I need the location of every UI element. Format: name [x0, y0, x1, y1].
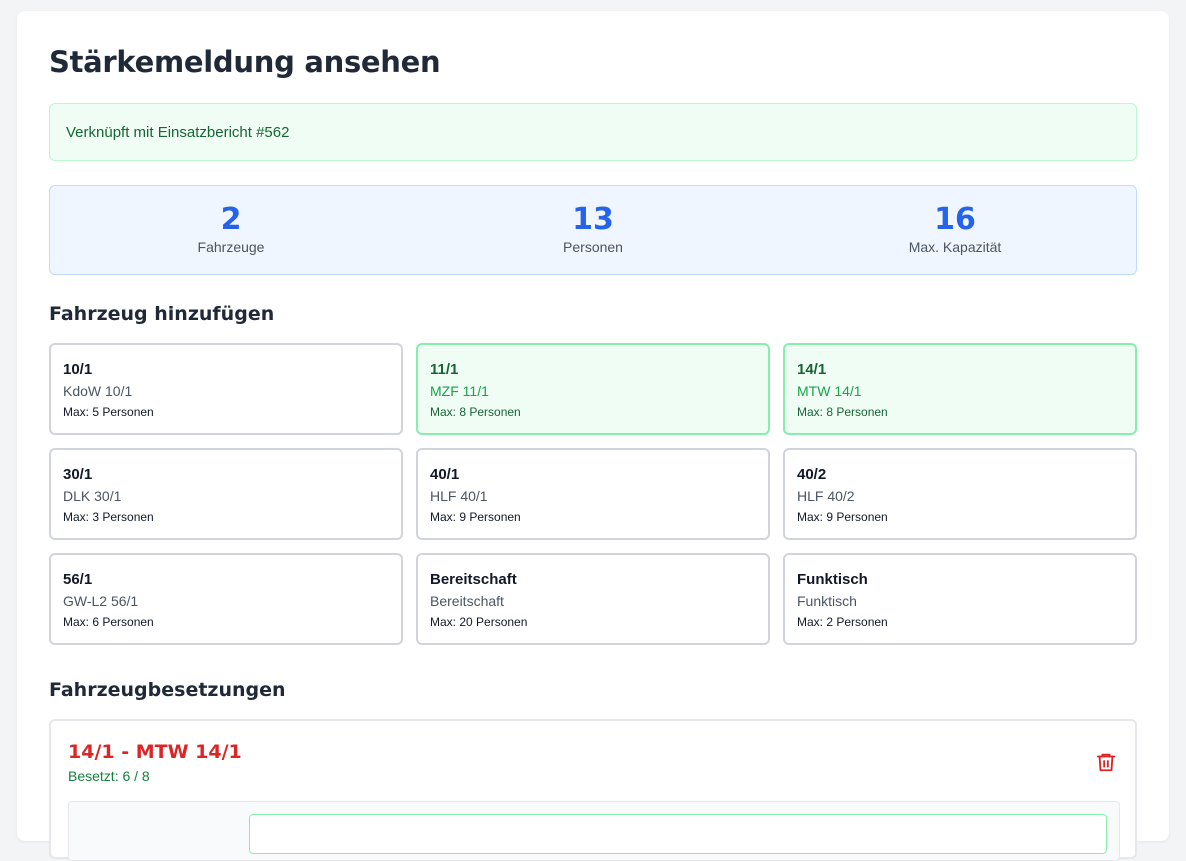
- vehicle-max: Max: 9 Personen: [797, 510, 888, 524]
- vehicle-max: Max: 9 Personen: [430, 510, 521, 524]
- vehicle-code: Funktisch: [797, 571, 868, 588]
- vehicle-name: Funktisch: [797, 593, 857, 609]
- vehicle-card[interactable]: 30/1 DLK 30/1 Max: 3 Personen: [49, 448, 403, 540]
- vehicle-name: HLF 40/1: [430, 488, 488, 504]
- stat-value: 16: [934, 202, 976, 237]
- vehicle-max: Max: 3 Personen: [63, 510, 154, 524]
- vehicle-max: Max: 8 Personen: [430, 405, 521, 419]
- vehicle-card[interactable]: 40/1 HLF 40/1 Max: 9 Personen: [416, 448, 770, 540]
- vehicle-max: Max: 2 Personen: [797, 615, 888, 629]
- vehicle-code: 10/1: [63, 361, 93, 378]
- vehicle-code: 11/1: [430, 361, 459, 378]
- vehicle-code: 14/1: [797, 361, 827, 378]
- vehicle-card[interactable]: 40/2 HLF 40/2 Max: 9 Personen: [783, 448, 1137, 540]
- assignment-title: 14/1 - MTW 14/1: [68, 741, 242, 763]
- linked-report-banner: Verknüpft mit Einsatzbericht #562: [49, 103, 1137, 161]
- vehicle-name: MTW 14/1: [797, 383, 862, 399]
- vehicle-name: KdoW 10/1: [63, 383, 133, 399]
- vehicle-name: DLK 30/1: [63, 488, 122, 504]
- stat-persons: 13 Personen: [412, 186, 774, 274]
- crew-slot[interactable]: [249, 814, 1107, 854]
- stat-label: Max. Kapazität: [908, 239, 1002, 255]
- add-vehicle-heading: Fahrzeug hinzufügen: [49, 303, 275, 325]
- vehicle-code: 30/1: [63, 466, 93, 483]
- stat-label: Fahrzeuge: [197, 239, 265, 255]
- vehicle-max: Max: 6 Personen: [63, 615, 154, 629]
- vehicle-code: 40/2: [797, 466, 827, 483]
- vehicle-card[interactable]: 11/1 MZF 11/1 Max: 8 Personen: [416, 343, 770, 435]
- vehicle-name: HLF 40/2: [797, 488, 855, 504]
- vehicle-code: 56/1: [63, 571, 93, 588]
- vehicle-card[interactable]: Bereitschaft Bereitschaft Max: 20 Person…: [416, 553, 770, 645]
- vehicle-card[interactable]: 56/1 GW-L2 56/1 Max: 6 Personen: [49, 553, 403, 645]
- vehicle-max: Max: 5 Personen: [63, 405, 154, 419]
- vehicle-max: Max: 20 Personen: [430, 615, 528, 629]
- stat-vehicles: 2 Fahrzeuge: [50, 186, 412, 274]
- stat-value: 2: [220, 202, 242, 237]
- trash-icon[interactable]: [1095, 751, 1117, 773]
- vehicle-grid: 10/1 KdoW 10/1 Max: 5 Personen 11/1 MZF …: [49, 343, 1137, 645]
- vehicle-max: Max: 8 Personen: [797, 405, 888, 419]
- vehicle-code: 40/1: [430, 466, 460, 483]
- linked-report-text: Verknüpft mit Einsatzbericht #562: [66, 123, 290, 141]
- vehicle-card[interactable]: 10/1 KdoW 10/1 Max: 5 Personen: [49, 343, 403, 435]
- vehicle-name: GW-L2 56/1: [63, 593, 139, 609]
- vehicle-card[interactable]: Funktisch Funktisch Max: 2 Personen: [783, 553, 1137, 645]
- stat-value: 13: [572, 202, 614, 237]
- vehicle-card[interactable]: 14/1 MTW 14/1 Max: 8 Personen: [783, 343, 1137, 435]
- stats-panel: 2 Fahrzeuge 13 Personen 16 Max. Kapazitä…: [49, 185, 1137, 275]
- assignment-crew-panel: [68, 801, 1120, 861]
- vehicle-name: MZF 11/1: [430, 383, 489, 399]
- stat-label: Personen: [563, 239, 623, 255]
- main-card: Stärkemeldung ansehen Verknüpft mit Eins…: [17, 11, 1169, 861]
- page-title: Stärkemeldung ansehen: [49, 45, 441, 79]
- assignment-card: 14/1 - MTW 14/1 Besetzt: 6 / 8: [49, 719, 1137, 861]
- assignments-heading: Fahrzeugbesetzungen: [49, 679, 286, 701]
- assignment-occupancy: Besetzt: 6 / 8: [68, 768, 150, 784]
- vehicle-code: Bereitschaft: [430, 571, 517, 588]
- vehicle-name: Bereitschaft: [430, 593, 504, 609]
- stat-max-capacity: 16 Max. Kapazität: [774, 186, 1136, 274]
